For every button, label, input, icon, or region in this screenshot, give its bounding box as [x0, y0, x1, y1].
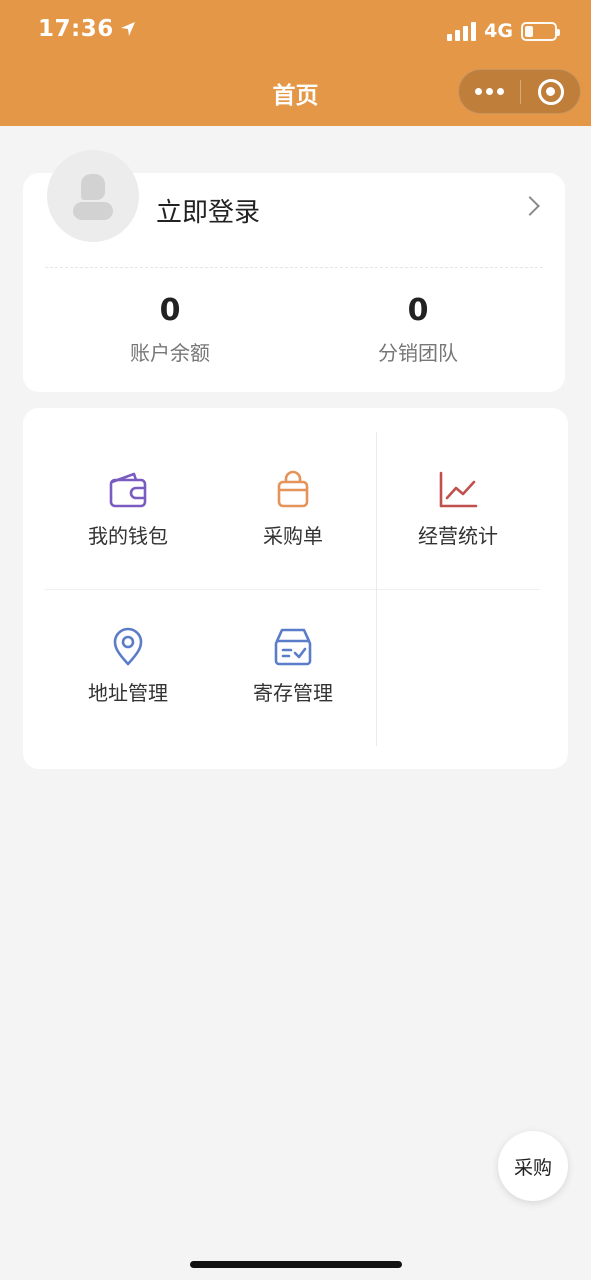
- battery-level: [525, 25, 533, 37]
- menu-item-label: 经营统计: [418, 524, 498, 548]
- storage-box-icon: [274, 628, 312, 666]
- wallet-icon: [109, 472, 147, 508]
- avatar[interactable]: [47, 150, 139, 242]
- location-pin-icon: [113, 627, 143, 666]
- menu-item-label: 采购单: [263, 524, 323, 548]
- menu-item-label: 我的钱包: [88, 524, 168, 548]
- avatar-head: [81, 174, 105, 200]
- menu-item-storage[interactable]: 寄存管理: [218, 627, 368, 706]
- distribution-team-stat[interactable]: 0 分销团队: [338, 293, 498, 366]
- grid-divider-horizontal: [45, 589, 540, 590]
- menu-item-address[interactable]: 地址管理: [53, 627, 203, 706]
- distribution-team-value: 0: [407, 293, 429, 328]
- avatar-body: [73, 202, 113, 220]
- account-balance-label: 账户余额: [130, 341, 210, 365]
- menu-item-purchase-order[interactable]: 采购单: [218, 470, 368, 549]
- menu-item-label: 地址管理: [88, 681, 168, 705]
- more-menu-button[interactable]: [459, 70, 520, 113]
- line-chart-icon: [439, 471, 478, 508]
- account-balance-value: 0: [159, 293, 181, 328]
- battery-icon: [521, 21, 560, 41]
- target-icon: [537, 78, 564, 105]
- account-balance-stat[interactable]: 0 账户余额: [90, 293, 250, 366]
- purchase-float-button[interactable]: 采购: [498, 1131, 568, 1201]
- login-link[interactable]: 立即登录: [156, 192, 260, 229]
- close-mini-program-button[interactable]: [521, 78, 580, 105]
- status-indicators: 4G: [447, 20, 560, 42]
- menu-item-wallet[interactable]: 我的钱包: [53, 470, 203, 549]
- menu-item-label: 寄存管理: [253, 681, 333, 705]
- home-indicator: [190, 1261, 402, 1268]
- status-time-text: 17:36: [38, 16, 114, 42]
- header: 17:36 4G 首页: [0, 0, 591, 126]
- signal-icon: [447, 21, 477, 41]
- divider: [45, 267, 543, 268]
- distribution-team-label: 分销团队: [378, 341, 458, 365]
- mini-program-capsule: [458, 69, 581, 114]
- network-type: 4G: [484, 20, 513, 42]
- location-arrow-icon: [120, 22, 135, 36]
- shopping-bag-icon: [277, 470, 309, 508]
- grid-divider-vertical: [376, 432, 377, 746]
- menu-item-business-stats[interactable]: 经营统计: [383, 470, 533, 549]
- status-time: 17:36: [38, 16, 136, 42]
- page: 17:36 4G 首页 立即登录 0 账户余额 0 分销团队 我的钱包 采购单 …: [0, 0, 591, 1280]
